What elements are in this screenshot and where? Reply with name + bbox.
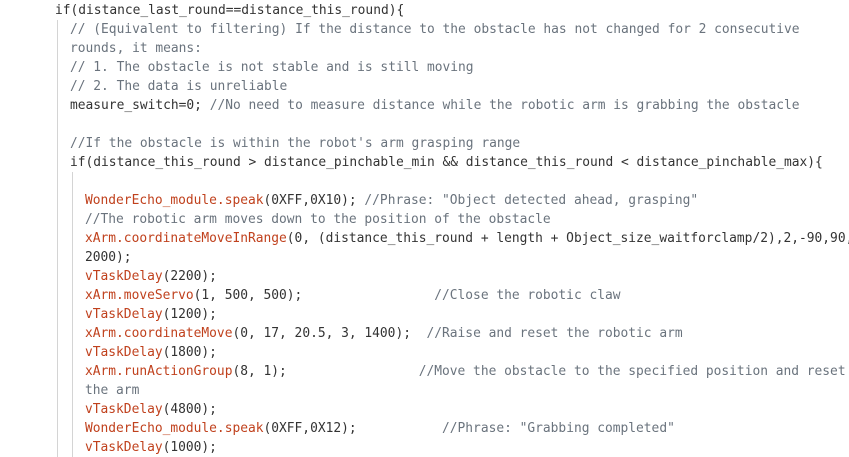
code-comment: // 2. The data is unreliable <box>70 79 288 94</box>
indent-guide-level-2 <box>72 172 73 457</box>
code-function-call: vTaskDelay <box>85 402 163 417</box>
code-text: 2000); <box>85 250 132 265</box>
code-comment: //Move the obstacle to the specified pos… <box>418 364 846 379</box>
code-function-call: WonderEcho_module.speak <box>85 421 264 436</box>
code-comment: //If the obstacle is within the robot's … <box>70 136 521 151</box>
code-comment: // (Equivalent to filtering) If the dist… <box>70 22 800 37</box>
code-text: (0, 17, 20.5, 3, 1400); <box>232 326 427 341</box>
code-line: //The robotic arm moves down to the posi… <box>85 210 551 229</box>
indent-guide-level-1 <box>57 20 58 457</box>
code-line: if(distance_last_round==distance_this_ro… <box>55 1 404 20</box>
code-text: (0XFF,0X10); <box>263 193 365 208</box>
code-line: xArm.coordinateMove(0, 17, 20.5, 3, 1400… <box>85 324 683 343</box>
code-comment: //Raise and reset the robotic arm <box>426 326 683 341</box>
code-comment: //Close the robotic claw <box>434 288 621 303</box>
code-comment: //No need to measure distance while the … <box>209 98 800 113</box>
code-comment: //Phrase: "Object detected ahead, graspi… <box>364 193 699 208</box>
code-function-call: xArm.coordinateMove <box>85 326 233 341</box>
code-line: measure_switch=0; //No need to measure d… <box>70 96 800 115</box>
code-comment: // 1. The obstacle is not stable and is … <box>70 60 474 75</box>
code-editor[interactable]: if(distance_last_round==distance_this_ro… <box>0 0 849 457</box>
code-line: // 1. The obstacle is not stable and is … <box>70 58 474 77</box>
code-text: (1, 500, 500); <box>193 288 303 303</box>
code-comment: //Phrase: "Grabbing completed" <box>442 421 675 436</box>
code-text: (8, 1); <box>232 364 287 379</box>
code-line: 2000); <box>85 248 132 267</box>
code-function-call: vTaskDelay <box>85 307 163 322</box>
code-line: vTaskDelay(4800); <box>85 400 217 419</box>
code-line: // 2. The data is unreliable <box>70 77 287 96</box>
code-line: rounds, it means: <box>70 39 202 58</box>
code-text: (4800); <box>162 402 217 417</box>
code-line: vTaskDelay(1000); <box>85 438 217 457</box>
code-line: vTaskDelay(1200); <box>85 305 217 324</box>
code-comment: //The robotic arm moves down to the posi… <box>85 212 551 227</box>
code-text: measure_switch=0; <box>70 98 210 113</box>
code-text: (1800); <box>162 345 217 360</box>
code-function-call: xArm.runActionGroup <box>85 364 233 379</box>
code-comment: the arm <box>85 383 140 398</box>
code-line: //If the obstacle is within the robot's … <box>70 134 520 153</box>
code-line: xArm.runActionGroup(8, 1); //Move the ob… <box>85 362 846 381</box>
code-line: xArm.moveServo(1, 500, 500); //Close the… <box>85 286 621 305</box>
code-function-call: vTaskDelay <box>85 269 163 284</box>
code-function-call: vTaskDelay <box>85 345 163 360</box>
code-function-call: xArm.moveServo <box>85 288 194 303</box>
code-text: (1000); <box>162 440 217 455</box>
code-text: (0, (distance_this_round + length + Obje… <box>286 231 849 246</box>
code-text: (1200); <box>162 307 217 322</box>
code-line: vTaskDelay(1800); <box>85 343 217 362</box>
code-line: // (Equivalent to filtering) If the dist… <box>70 20 800 39</box>
code-text: if(distance_last_round==distance_this_ro… <box>55 3 405 18</box>
code-line: WonderEcho_module.speak(0XFF,0X10); //Ph… <box>85 191 698 210</box>
code-line: if(distance_this_round > distance_pincha… <box>70 153 823 172</box>
code-line: vTaskDelay(2200); <box>85 267 217 286</box>
code-line: the arm <box>85 381 139 400</box>
code-function-call: vTaskDelay <box>85 440 163 455</box>
code-function-call: xArm.coordinateMoveInRange <box>85 231 287 246</box>
code-text: (0XFF,0X12); <box>263 421 357 436</box>
code-line: WonderEcho_module.speak(0XFF,0X12); //Ph… <box>85 419 675 438</box>
code-function-call: WonderEcho_module.speak <box>85 193 264 208</box>
code-text: (2200); <box>162 269 217 284</box>
code-line: xArm.coordinateMoveInRange(0, (distance_… <box>85 229 849 248</box>
code-comment: rounds, it means: <box>70 41 202 56</box>
code-text: if(distance_this_round > distance_pincha… <box>70 155 823 170</box>
